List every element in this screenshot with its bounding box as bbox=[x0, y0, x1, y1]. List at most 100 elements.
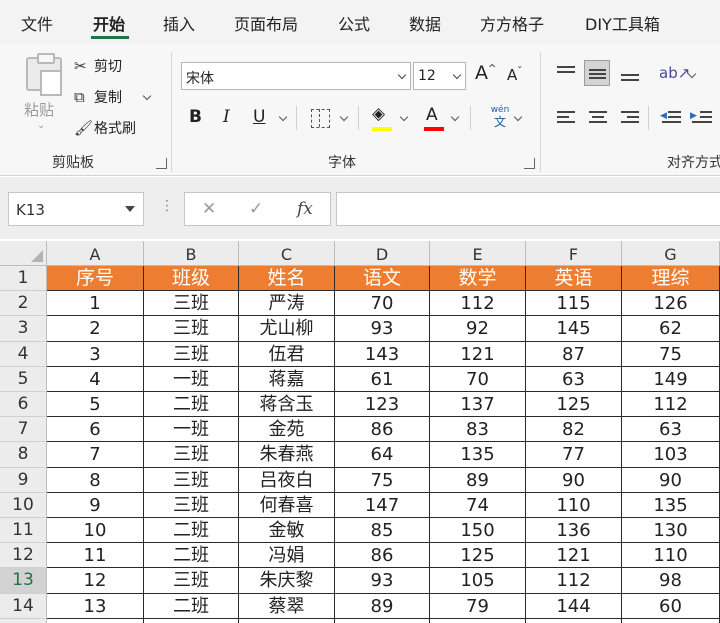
align-right-button[interactable] bbox=[617, 105, 643, 131]
table-cell[interactable]: 何春喜 bbox=[239, 492, 335, 518]
bold-button[interactable]: B bbox=[189, 107, 202, 127]
table-cell[interactable]: 二班 bbox=[144, 392, 239, 418]
table-cell[interactable]: 79 bbox=[430, 593, 526, 619]
align-middle-button[interactable] bbox=[584, 60, 610, 86]
row-header-4[interactable]: 4 bbox=[0, 341, 47, 367]
column-header-D[interactable]: D bbox=[335, 241, 430, 266]
formula-input[interactable] bbox=[336, 192, 720, 226]
table-cell[interactable]: 冯娟 bbox=[239, 543, 335, 569]
header-cell[interactable]: 理综 bbox=[622, 266, 720, 292]
font-name-select[interactable]: 宋体 bbox=[181, 62, 411, 90]
table-cell[interactable]: 7 bbox=[47, 442, 144, 468]
italic-button[interactable]: I bbox=[223, 107, 230, 127]
select-all-button[interactable] bbox=[0, 241, 47, 266]
table-cell[interactable]: 60 bbox=[622, 593, 720, 619]
table-cell[interactable]: 70 bbox=[430, 366, 526, 392]
table-cell[interactable] bbox=[239, 618, 335, 623]
font-color-button[interactable]: A bbox=[426, 105, 438, 125]
table-cell[interactable]: 三班 bbox=[144, 341, 239, 367]
font-color-dropdown-icon[interactable] bbox=[450, 112, 460, 122]
table-cell[interactable]: 三班 bbox=[144, 492, 239, 518]
row-header-12[interactable]: 12 bbox=[0, 543, 47, 569]
table-cell[interactable]: 85 bbox=[335, 518, 430, 544]
table-cell[interactable]: 110 bbox=[622, 543, 720, 569]
table-cell[interactable]: 63 bbox=[526, 366, 622, 392]
table-cell[interactable]: 63 bbox=[622, 417, 720, 443]
font-dialog-launcher[interactable] bbox=[524, 158, 535, 169]
column-header-F[interactable]: F bbox=[526, 241, 622, 266]
table-cell[interactable]: 三班 bbox=[144, 316, 239, 342]
header-cell[interactable]: 数学 bbox=[430, 266, 526, 292]
row-header-13[interactable]: 13 bbox=[0, 568, 47, 594]
table-cell[interactable] bbox=[144, 618, 239, 623]
header-cell[interactable]: 姓名 bbox=[239, 266, 335, 292]
tab-data[interactable]: 数据 bbox=[409, 11, 441, 35]
table-cell[interactable]: 朱春燕 bbox=[239, 442, 335, 468]
table-cell[interactable]: 147 bbox=[335, 492, 430, 518]
table-cell[interactable]: 11 bbox=[47, 543, 144, 569]
phonetic-guide-button[interactable]: wén 文 bbox=[485, 105, 515, 131]
table-cell[interactable]: 一班 bbox=[144, 417, 239, 443]
copy-dropdown-icon[interactable] bbox=[142, 91, 152, 101]
font-size-select[interactable]: 12 bbox=[413, 62, 466, 90]
borders-dropdown-icon[interactable] bbox=[339, 112, 349, 122]
table-cell[interactable] bbox=[430, 618, 526, 623]
table-cell[interactable]: 二班 bbox=[144, 543, 239, 569]
table-cell[interactable]: 10 bbox=[47, 518, 144, 544]
table-cell[interactable]: 144 bbox=[526, 593, 622, 619]
row-header-2[interactable]: 2 bbox=[0, 291, 47, 317]
table-cell[interactable]: 83 bbox=[430, 417, 526, 443]
table-cell[interactable]: 87 bbox=[526, 341, 622, 367]
clipboard-dialog-launcher[interactable] bbox=[156, 158, 167, 169]
decrease-font-size-button[interactable]: Aˇ bbox=[507, 66, 522, 84]
table-cell[interactable]: 121 bbox=[430, 341, 526, 367]
header-cell[interactable]: 语文 bbox=[335, 266, 430, 292]
tab-formulas[interactable]: 公式 bbox=[338, 11, 370, 35]
table-cell[interactable]: 3 bbox=[47, 341, 144, 367]
table-cell[interactable]: 4 bbox=[47, 366, 144, 392]
table-cell[interactable]: 70 bbox=[335, 291, 430, 317]
table-cell[interactable]: 13 bbox=[47, 593, 144, 619]
table-cell[interactable]: 86 bbox=[335, 417, 430, 443]
table-cell[interactable]: 112 bbox=[430, 291, 526, 317]
table-cell[interactable] bbox=[335, 618, 430, 623]
table-cell[interactable]: 严涛 bbox=[239, 291, 335, 317]
table-cell[interactable]: 尤山柳 bbox=[239, 316, 335, 342]
column-header-B[interactable]: B bbox=[144, 241, 239, 266]
table-cell[interactable]: 金苑 bbox=[239, 417, 335, 443]
table-cell[interactable]: 75 bbox=[622, 341, 720, 367]
align-bottom-button[interactable] bbox=[617, 60, 643, 86]
underline-button[interactable]: U bbox=[253, 107, 265, 127]
table-cell[interactable]: 89 bbox=[430, 467, 526, 493]
table-cell[interactable]: 61 bbox=[335, 366, 430, 392]
increase-indent-button[interactable]: ▶ bbox=[688, 105, 714, 131]
table-cell[interactable]: 75 bbox=[335, 467, 430, 493]
column-header-E[interactable]: E bbox=[430, 241, 526, 266]
enter-icon[interactable]: ✓ bbox=[249, 199, 263, 219]
table-cell[interactable]: 蔡翠 bbox=[239, 593, 335, 619]
table-cell[interactable]: 9 bbox=[47, 492, 144, 518]
tab-insert[interactable]: 插入 bbox=[163, 11, 195, 35]
table-cell[interactable]: 125 bbox=[430, 543, 526, 569]
orientation-button[interactable]: ab↗ bbox=[659, 64, 690, 82]
table-cell[interactable]: 93 bbox=[335, 568, 430, 594]
row-header-5[interactable]: 5 bbox=[0, 366, 47, 392]
align-top-button[interactable] bbox=[553, 60, 579, 86]
more-options-icon[interactable]: ⋮ bbox=[160, 198, 174, 214]
tab-file[interactable]: 文件 bbox=[21, 11, 53, 35]
table-cell[interactable]: 92 bbox=[430, 316, 526, 342]
table-cell[interactable]: 126 bbox=[622, 291, 720, 317]
table-cell[interactable]: 123 bbox=[335, 392, 430, 418]
table-cell[interactable]: 朱庆黎 bbox=[239, 568, 335, 594]
table-cell[interactable]: 吕夜白 bbox=[239, 467, 335, 493]
table-cell[interactable]: 三班 bbox=[144, 291, 239, 317]
table-cell[interactable]: 74 bbox=[430, 492, 526, 518]
table-cell[interactable]: 90 bbox=[526, 467, 622, 493]
table-cell[interactable]: 二班 bbox=[144, 518, 239, 544]
table-cell[interactable]: 136 bbox=[526, 518, 622, 544]
table-cell[interactable]: 6 bbox=[47, 417, 144, 443]
table-cell[interactable]: 143 bbox=[335, 341, 430, 367]
copy-button[interactable]: ⧉ 复制 bbox=[74, 87, 122, 107]
column-header-A[interactable]: A bbox=[47, 241, 144, 266]
table-cell[interactable]: 121 bbox=[526, 543, 622, 569]
